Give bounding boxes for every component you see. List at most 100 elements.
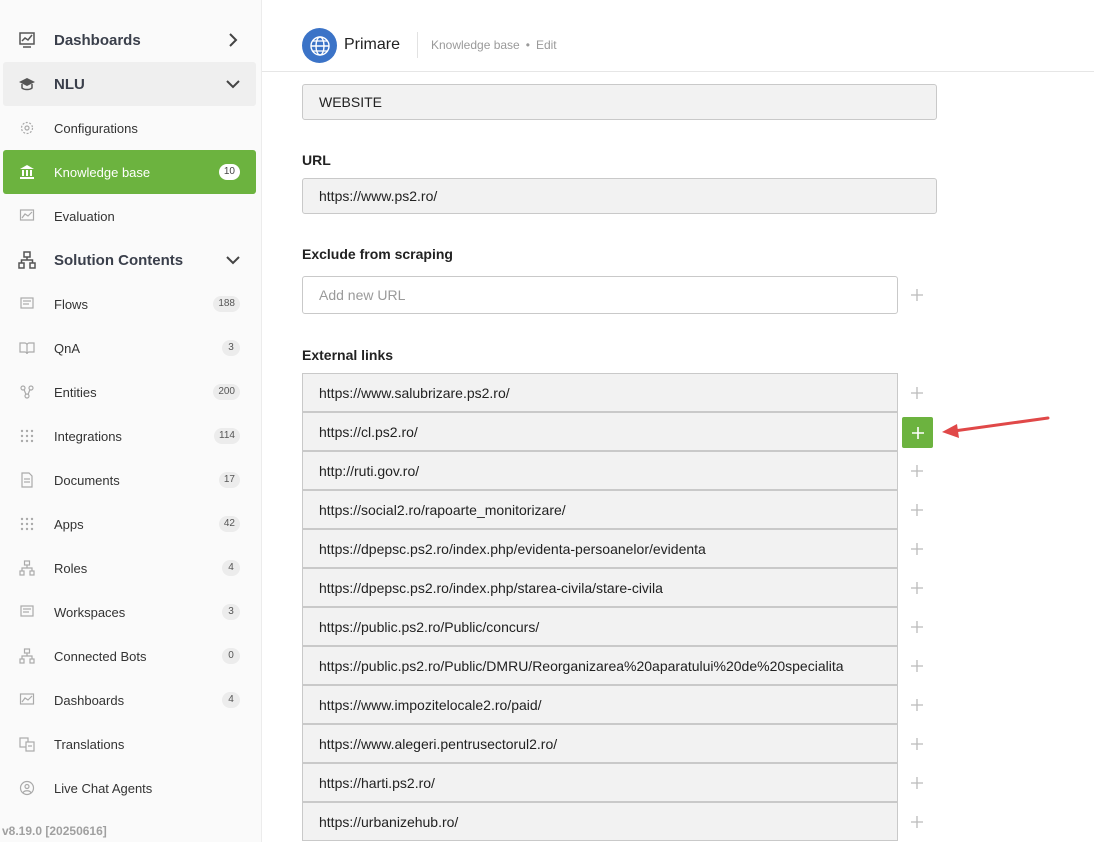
header: Primare Knowledge base • Edit xyxy=(262,18,1094,72)
header-divider xyxy=(417,32,418,58)
sidebar-item-integrations[interactable]: Integrations 114 xyxy=(3,414,256,458)
count-badge: 0 xyxy=(222,648,240,664)
sidebar-item-roles[interactable]: Roles 4 xyxy=(3,546,256,590)
sidebar-item-label: Dashboards xyxy=(54,692,125,708)
sidebar-item-solution-contents[interactable]: Solution Contents xyxy=(3,238,256,282)
app-name: Primare xyxy=(344,36,401,53)
url-label: URL xyxy=(302,152,331,168)
add-link-button[interactable] xyxy=(903,535,931,563)
sidebar-item-apps[interactable]: Apps 42 xyxy=(3,502,256,546)
add-link-button[interactable] xyxy=(903,457,931,485)
plus-icon xyxy=(911,816,923,828)
version-label: v8.19.0 [20250616] xyxy=(2,824,107,838)
breadcrumb: Knowledge base • Edit xyxy=(431,38,557,52)
count-badge: 200 xyxy=(213,384,240,400)
external-link-row[interactable]: https://public.ps2.ro/Public/DMRU/Reorga… xyxy=(302,646,898,685)
count-badge: 114 xyxy=(214,428,240,444)
plus-icon xyxy=(911,582,923,594)
add-link-button[interactable] xyxy=(903,652,931,680)
sidebar: Dashboards NLU Configurations Knowledge … xyxy=(0,0,262,842)
sidebar-item-label: Configurations xyxy=(54,120,138,136)
sidebar-item-label: Entities xyxy=(54,384,97,400)
sidebar-item-live-chat-agents[interactable]: Live Chat Agents xyxy=(3,766,256,810)
sidebar-item-label: Roles xyxy=(54,560,88,576)
plus-icon xyxy=(911,465,923,477)
document-icon xyxy=(18,471,36,489)
external-link-row[interactable]: https://www.salubrizare.ps2.ro/ xyxy=(302,373,898,412)
sidebar-item-flows[interactable]: Flows 188 xyxy=(3,282,256,326)
sidebar-item-label: Connected Bots xyxy=(54,648,147,664)
sidebar-item-label: Integrations xyxy=(54,428,122,444)
breadcrumb-section[interactable]: Knowledge base xyxy=(431,38,520,52)
url-field[interactable]: https://www.ps2.ro/ xyxy=(302,178,937,214)
flows-icon xyxy=(18,295,36,313)
external-links-label: External links xyxy=(302,347,394,363)
sidebar-item-connected-bots[interactable]: Connected Bots 0 xyxy=(3,634,256,678)
add-link-button[interactable] xyxy=(903,379,931,407)
count-badge: 3 xyxy=(222,604,240,620)
sidebar-item-label: Evaluation xyxy=(54,208,115,224)
external-link-row[interactable]: https://social2.ro/rapoarte_monitorizare… xyxy=(302,490,898,529)
add-link-button[interactable] xyxy=(903,613,931,641)
external-link-row[interactable]: http://ruti.gov.ro/ xyxy=(302,451,898,490)
agent-icon xyxy=(18,779,36,797)
sidebar-item-workspaces[interactable]: Workspaces 3 xyxy=(3,590,256,634)
plus-icon xyxy=(911,621,923,633)
entities-icon xyxy=(18,383,36,401)
add-link-button[interactable] xyxy=(903,730,931,758)
plus-icon xyxy=(911,660,923,672)
external-link-row[interactable]: https://www.alegeri.pentrusectorul2.ro/ xyxy=(302,724,898,763)
sidebar-item-evaluation[interactable]: Evaluation xyxy=(3,194,256,238)
external-link-row[interactable]: https://dpepsc.ps2.ro/index.php/starea-c… xyxy=(302,568,898,607)
plus-icon xyxy=(911,289,923,301)
annotation-arrow-icon xyxy=(942,416,1050,438)
add-exclude-button[interactable] xyxy=(903,281,931,309)
external-link-row[interactable]: https://cl.ps2.ro/ xyxy=(302,412,898,451)
sidebar-item-nlu[interactable]: NLU xyxy=(3,62,256,106)
sidebar-item-dashboards[interactable]: Dashboards 4 xyxy=(3,678,256,722)
plus-icon xyxy=(911,738,923,750)
sidebar-item-label: QnA xyxy=(54,340,81,356)
count-badge: 17 xyxy=(218,472,240,488)
add-link-button-active[interactable] xyxy=(902,417,933,448)
sidebar-item-qna[interactable]: QnA 3 xyxy=(3,326,256,370)
exclude-url-input[interactable] xyxy=(302,276,898,314)
sidebar-item-entities[interactable]: Entities 200 xyxy=(3,370,256,414)
plus-icon xyxy=(911,504,923,516)
chevron-down-icon[interactable] xyxy=(223,74,243,94)
add-link-button[interactable] xyxy=(903,808,931,836)
chevron-down-icon[interactable] xyxy=(223,250,243,270)
breadcrumb-page: Edit xyxy=(535,38,557,52)
breadcrumb-separator: • xyxy=(525,38,530,52)
add-link-button[interactable] xyxy=(903,574,931,602)
sidebar-item-label: Translations xyxy=(54,736,125,752)
translate-icon xyxy=(18,735,36,753)
sidebar-item-knowledge-base[interactable]: Knowledge base 10 xyxy=(3,150,256,194)
external-link-row[interactable]: https://www.impozitelocale2.ro/paid/ xyxy=(302,685,898,724)
add-link-button[interactable] xyxy=(903,769,931,797)
sidebar-item-dashboards-section[interactable]: Dashboards xyxy=(3,18,256,62)
bank-icon xyxy=(18,163,36,181)
external-link-row[interactable]: https://harti.ps2.ro/ xyxy=(302,763,898,802)
sidebar-item-documents[interactable]: Documents 17 xyxy=(3,458,256,502)
grid-icon xyxy=(18,427,36,445)
external-link-row[interactable]: https://urbanizehub.ro/ xyxy=(302,802,898,841)
exclude-label: Exclude from scraping xyxy=(302,246,453,262)
sidebar-item-label: Flows xyxy=(54,296,88,312)
plus-icon xyxy=(911,699,923,711)
sidebar-item-configurations[interactable]: Configurations xyxy=(3,106,256,150)
type-field[interactable]: WEBSITE xyxy=(302,84,937,120)
grid-icon xyxy=(18,515,36,533)
external-link-row[interactable]: https://public.ps2.ro/Public/concurs/ xyxy=(302,607,898,646)
plus-icon xyxy=(911,387,923,399)
chevron-right-icon[interactable] xyxy=(223,30,243,50)
add-link-button[interactable] xyxy=(903,496,931,524)
chart-icon xyxy=(18,691,36,709)
add-link-button[interactable] xyxy=(903,691,931,719)
chart-icon xyxy=(18,207,36,225)
sidebar-item-translations[interactable]: Translations xyxy=(3,722,256,766)
sidebar-item-label: Solution Contents xyxy=(54,251,184,269)
count-badge: 4 xyxy=(222,560,240,576)
external-link-row[interactable]: https://dpepsc.ps2.ro/index.php/evidenta… xyxy=(302,529,898,568)
sidebar-item-label: Documents xyxy=(54,472,120,488)
